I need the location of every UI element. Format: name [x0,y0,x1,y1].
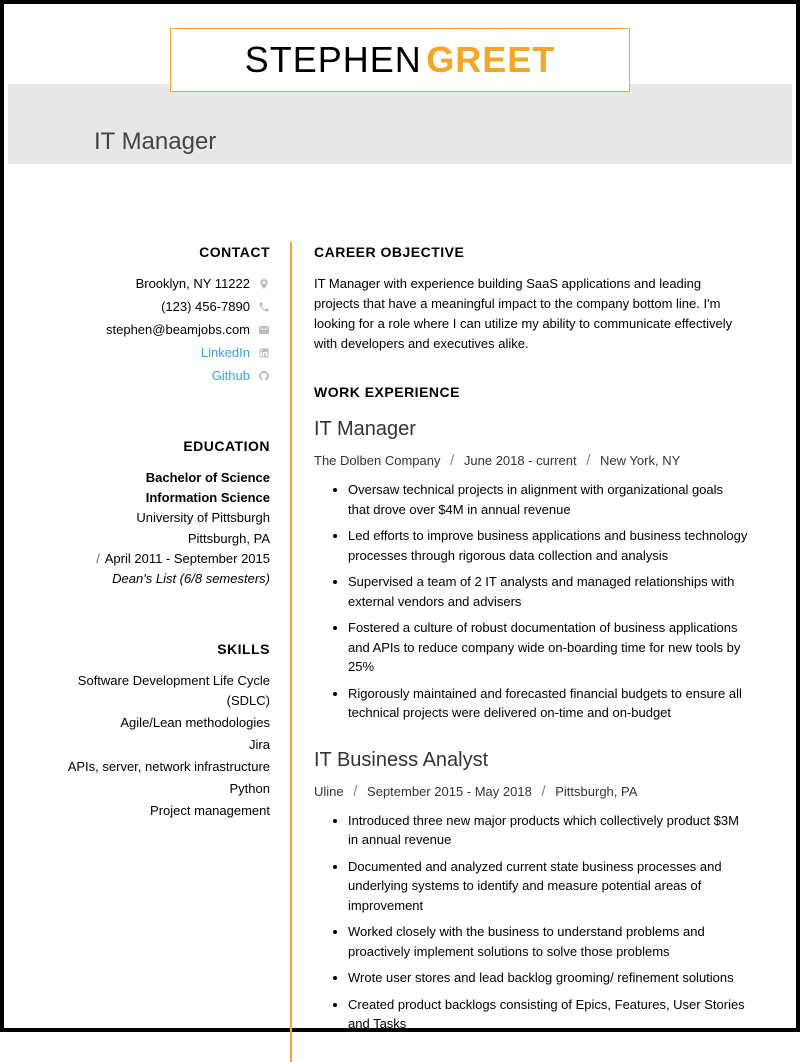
job-meta: The Dolben Company / June 2018 - current… [314,449,748,472]
contact-linkedin-text: LinkedIn [201,343,250,363]
right-column: CAREER OBJECTIVE IT Manager with experie… [292,242,748,1062]
name-box: STEPHEN GREET [170,28,630,92]
columns: CONTACT Brooklyn, NY 11222 (123) 456-789… [52,242,748,1062]
skills-section: SKILLS Software Development Life Cycle (… [52,639,270,822]
skills-heading: SKILLS [52,639,270,661]
skill-item: Project management [52,801,270,821]
github-icon [258,370,270,382]
edu-honor: Dean's List (6/8 semesters) [52,569,270,589]
contact-email: stephen@beamjobs.com [52,320,270,340]
job-role: IT Manager [314,414,748,445]
job-dates: September 2015 - May 2018 [367,784,532,799]
job-dates: June 2018 - current [464,453,577,468]
contact-location: Brooklyn, NY 11222 [52,274,270,294]
contact-github[interactable]: Github [52,366,270,386]
skill-item: Agile/Lean methodologies [52,713,270,733]
edu-degree: Bachelor of Science [52,468,270,488]
skill-item: Python [52,779,270,799]
job-company: The Dolben Company [314,453,440,468]
contact-phone: (123) 456-7890 [52,297,270,317]
job-location: New York, NY [600,453,680,468]
bullet: Rigorously maintained and forecasted fin… [348,684,748,723]
objective-text: IT Manager with experience building SaaS… [314,274,748,355]
bullet: Wrote user stores and lead backlog groom… [348,968,748,988]
job-company: Uline [314,784,344,799]
contact-heading: CONTACT [52,242,270,264]
phone-icon [258,301,270,313]
job-role: IT Business Analyst [314,745,748,776]
contact-linkedin[interactable]: LinkedIn [52,343,270,363]
experience-section: WORK EXPERIENCE IT Manager The Dolben Co… [314,382,748,1034]
content: STEPHEN GREET IT Manager CONTACT Brookly… [4,28,796,1062]
job-location: Pittsburgh, PA [555,784,637,799]
objective-section: CAREER OBJECTIVE IT Manager with experie… [314,242,748,354]
skills-list: Software Development Life Cycle (SDLC) A… [52,671,270,822]
map-pin-icon [258,278,270,290]
edu-field: Information Science [52,488,270,508]
job-bullets: Oversaw technical projects in alignment … [314,480,748,723]
job-meta: Uline / September 2015 - May 2018 / Pitt… [314,780,748,803]
bullet: Supervised a team of 2 IT analysts and m… [348,572,748,611]
experience-heading: WORK EXPERIENCE [314,382,748,404]
contact-location-text: Brooklyn, NY 11222 [136,274,250,294]
bullet: Created product backlogs consisting of E… [348,995,748,1034]
linkedin-icon [258,347,270,359]
resume-page: STEPHEN GREET IT Manager CONTACT Brookly… [0,0,800,1032]
contact-github-text: Github [212,366,250,386]
edu-dates: April 2011 - September 2015 [105,551,270,566]
bullet: Led efforts to improve business applicat… [348,526,748,565]
bullet: Oversaw technical projects in alignment … [348,480,748,519]
left-column: CONTACT Brooklyn, NY 11222 (123) 456-789… [52,242,292,1062]
contact-phone-text: (123) 456-7890 [161,297,250,317]
edu-school-location: Pittsburgh, PA [52,529,270,549]
objective-heading: CAREER OBJECTIVE [314,242,748,264]
envelope-icon [258,324,270,336]
last-name: GREET [426,39,555,80]
skill-item: Software Development Life Cycle (SDLC) [52,671,270,711]
job-bullets: Introduced three new major products whic… [314,811,748,1034]
contact-email-text: stephen@beamjobs.com [106,320,250,340]
skill-item: Jira [52,735,270,755]
bullet: Worked closely with the business to unde… [348,922,748,961]
bullet: Introduced three new major products whic… [348,811,748,850]
contact-section: CONTACT Brooklyn, NY 11222 (123) 456-789… [52,242,270,386]
job-block: IT Manager The Dolben Company / June 201… [314,414,748,723]
edu-school: University of Pittsburgh [52,508,270,528]
skill-item: APIs, server, network infrastructure [52,757,270,777]
first-name: STEPHEN [245,39,422,80]
edu-dates-row: / April 2011 - September 2015 [52,549,270,569]
job-block: IT Business Analyst Uline / September 20… [314,745,748,1034]
page-title: IT Manager [94,128,216,156]
education-section: EDUCATION Bachelor of Science Informatio… [52,436,270,589]
education-heading: EDUCATION [52,436,270,458]
bullet: Documented and analyzed current state bu… [348,857,748,916]
bullet: Fostered a culture of robust documentati… [348,618,748,677]
